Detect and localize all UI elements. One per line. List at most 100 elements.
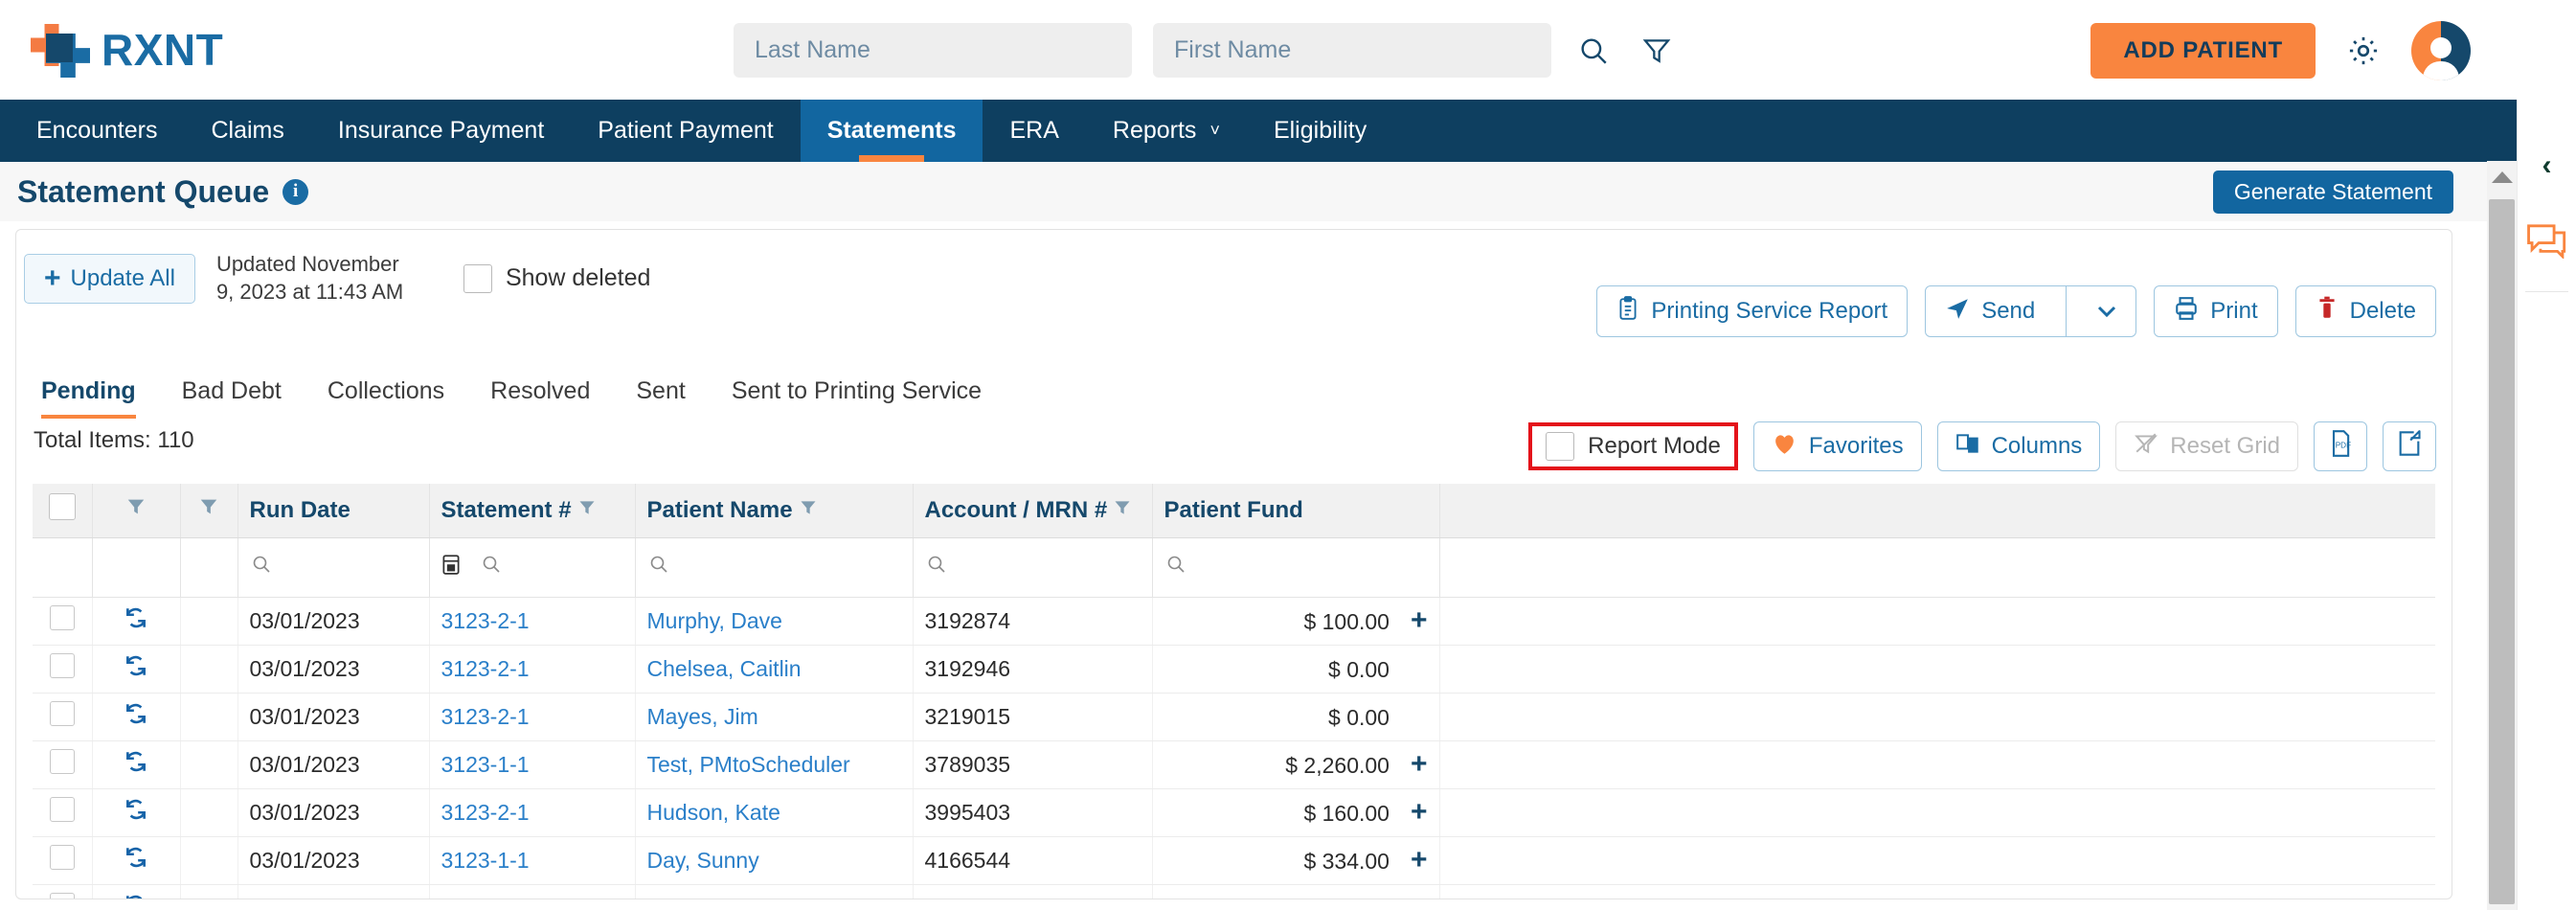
nav-item-encounters[interactable]: Encounters [10, 100, 184, 162]
sync-icon[interactable] [124, 799, 148, 828]
table-row[interactable]: 03/01/20233123-2-1Fer, Lex4386989$ 0.00+ [33, 884, 2435, 899]
row-statement-no[interactable]: 3123-1-1 [429, 836, 636, 885]
filter-cell-statement-no[interactable] [429, 537, 636, 598]
sync-icon[interactable] [124, 655, 148, 684]
header-patient-fund[interactable]: Patient Fund [1152, 484, 1440, 538]
row-checkbox[interactable] [49, 653, 75, 678]
table-row[interactable]: 03/01/2023 3123-1-1 Day, Sunny 4166544 $ 334… [33, 836, 2435, 885]
row-checkbox[interactable] [49, 893, 75, 899]
filter-cell-account-mrn[interactable] [913, 537, 1153, 598]
row-checkbox[interactable] [49, 845, 75, 870]
table-row[interactable]: 03/01/2023 3123-2-1 Murphy, Dave 3192874 $ 1… [33, 597, 2435, 646]
nav-item-eligibility[interactable]: Eligibility [1247, 100, 1393, 162]
info-icon[interactable]: i [282, 178, 309, 205]
show-deleted-checkbox[interactable] [463, 263, 492, 293]
export-button[interactable] [2383, 421, 2436, 471]
nav-item-patient-payment[interactable]: Patient Payment [571, 100, 800, 162]
tab-resolved[interactable]: Resolved [467, 372, 613, 419]
row-checkbox[interactable] [49, 797, 75, 822]
table-row[interactable]: 03/01/2023 3123-2-1 Hudson, Kate 3995403 $ 1… [33, 788, 2435, 837]
scrollbar-thumb[interactable] [2489, 199, 2515, 904]
row-patient-name[interactable]: Chelsea, Caitlin [635, 645, 914, 694]
header-patient-name[interactable]: Patient Name [635, 484, 914, 538]
search-icon[interactable] [250, 556, 273, 581]
send-dropdown-button[interactable] [2078, 286, 2135, 336]
search-icon[interactable] [480, 556, 503, 581]
row-statement-no[interactable]: 3123-2-1 [429, 597, 636, 646]
sync-icon[interactable] [124, 895, 148, 899]
generate-statement-button[interactable]: Generate Statement [2212, 171, 2453, 214]
delete-button[interactable]: Delete [2294, 285, 2436, 337]
header-account-mrn[interactable]: Account / MRN # [913, 484, 1153, 538]
first-name-input[interactable] [1153, 23, 1551, 78]
expand-plus-icon[interactable]: + [1411, 796, 1428, 828]
columns-button[interactable]: Columns [1936, 421, 2101, 471]
send-button[interactable]: Send [1926, 286, 2054, 336]
filter-cell-patient-fund[interactable] [1152, 537, 1440, 598]
search-icon[interactable] [1572, 30, 1615, 72]
table-row[interactable]: 03/01/2023 3123-1-1 Test, PMtoScheduler 378… [33, 740, 2435, 789]
statements-grid[interactable]: Run Date Statement # Patient Name Accoun… [33, 484, 2435, 899]
row-statement-no[interactable]: 3123-2-1 [429, 788, 636, 837]
row-patient-name[interactable]: Fer, Lex [635, 884, 914, 899]
filter-cell-run-date[interactable] [237, 537, 430, 598]
row-checkbox[interactable] [49, 605, 75, 630]
tab-pending[interactable]: Pending [34, 372, 159, 419]
nav-item-insurance-payment[interactable]: Insurance Payment [311, 100, 571, 162]
row-statement-no[interactable]: 3123-2-1 [429, 884, 636, 899]
brand-logo[interactable]: RXNT [31, 20, 223, 80]
user-avatar[interactable] [2411, 21, 2471, 80]
update-all-button[interactable]: + Update All [24, 253, 195, 304]
expand-plus-icon[interactable]: + [1411, 844, 1428, 876]
filter-icon[interactable] [1636, 30, 1678, 72]
filter-icon[interactable] [799, 497, 818, 524]
select-all-checkbox[interactable] [48, 493, 76, 521]
gear-icon[interactable] [2342, 30, 2384, 72]
show-deleted-group[interactable]: Show deleted [463, 263, 650, 293]
search-icon[interactable] [1164, 556, 1187, 581]
row-checkbox[interactable] [49, 701, 75, 726]
filter-icon[interactable] [1113, 497, 1132, 524]
scroll-up-arrow-icon[interactable] [2491, 171, 2513, 183]
chat-bubble-icon[interactable] [2525, 220, 2569, 261]
header-run-date[interactable]: Run Date [237, 484, 430, 538]
vertical-scrollbar[interactable] [2487, 161, 2517, 910]
table-row[interactable]: 03/01/2023 3123-2-1 Mayes, Jim 3219015 $ 0.0… [33, 693, 2435, 741]
chevron-left-icon[interactable]: ‹ [2528, 149, 2566, 182]
nav-item-statements[interactable]: Statements [800, 100, 983, 162]
tab-sent-to-printing-service[interactable]: Sent to Printing Service [709, 372, 1005, 419]
table-row[interactable]: 03/01/2023 3123-2-1 Chelsea, Caitlin 319294… [33, 645, 2435, 694]
sync-icon[interactable] [124, 607, 148, 636]
row-statement-no[interactable]: 3123-1-1 [429, 740, 636, 789]
report-mode-checkbox[interactable] [1546, 432, 1575, 461]
tab-sent[interactable]: Sent [613, 372, 708, 419]
sync-icon[interactable] [124, 751, 148, 780]
search-icon[interactable] [925, 556, 948, 581]
reset-grid-button[interactable]: Reset Grid [2115, 421, 2298, 471]
sync-icon[interactable] [124, 703, 148, 732]
filter-icon[interactable] [198, 498, 219, 522]
expand-plus-icon[interactable]: + [1411, 748, 1428, 780]
row-statement-no[interactable]: 3123-2-1 [429, 645, 636, 694]
expand-plus-icon[interactable]: + [1411, 604, 1428, 636]
row-patient-name[interactable]: Murphy, Dave [635, 597, 914, 646]
row-patient-name[interactable]: Day, Sunny [635, 836, 914, 885]
report-mode-group[interactable]: Report Mode [1528, 422, 1738, 470]
calendar-icon[interactable] [441, 554, 466, 580]
nav-item-claims[interactable]: Claims [184, 100, 310, 162]
pdf-export-button[interactable]: PDF [2314, 421, 2367, 471]
row-patient-name[interactable]: Test, PMtoScheduler [635, 740, 914, 789]
search-icon[interactable] [647, 556, 670, 581]
row-checkbox[interactable] [49, 749, 75, 774]
nav-item-reports[interactable]: Reports ˅ [1086, 100, 1247, 162]
row-patient-name[interactable]: Hudson, Kate [635, 788, 914, 837]
filter-icon[interactable] [125, 498, 147, 522]
printing-service-report-button[interactable]: Printing Service Report [1596, 285, 1909, 337]
add-patient-button[interactable]: ADD PATIENT [2090, 23, 2316, 79]
row-patient-name[interactable]: Mayes, Jim [635, 693, 914, 741]
row-statement-no[interactable]: 3123-2-1 [429, 693, 636, 741]
filter-icon[interactable] [577, 497, 597, 524]
filter-cell-patient-name[interactable] [635, 537, 914, 598]
print-button[interactable]: Print [2154, 285, 2278, 337]
tab-collections[interactable]: Collections [305, 372, 467, 419]
